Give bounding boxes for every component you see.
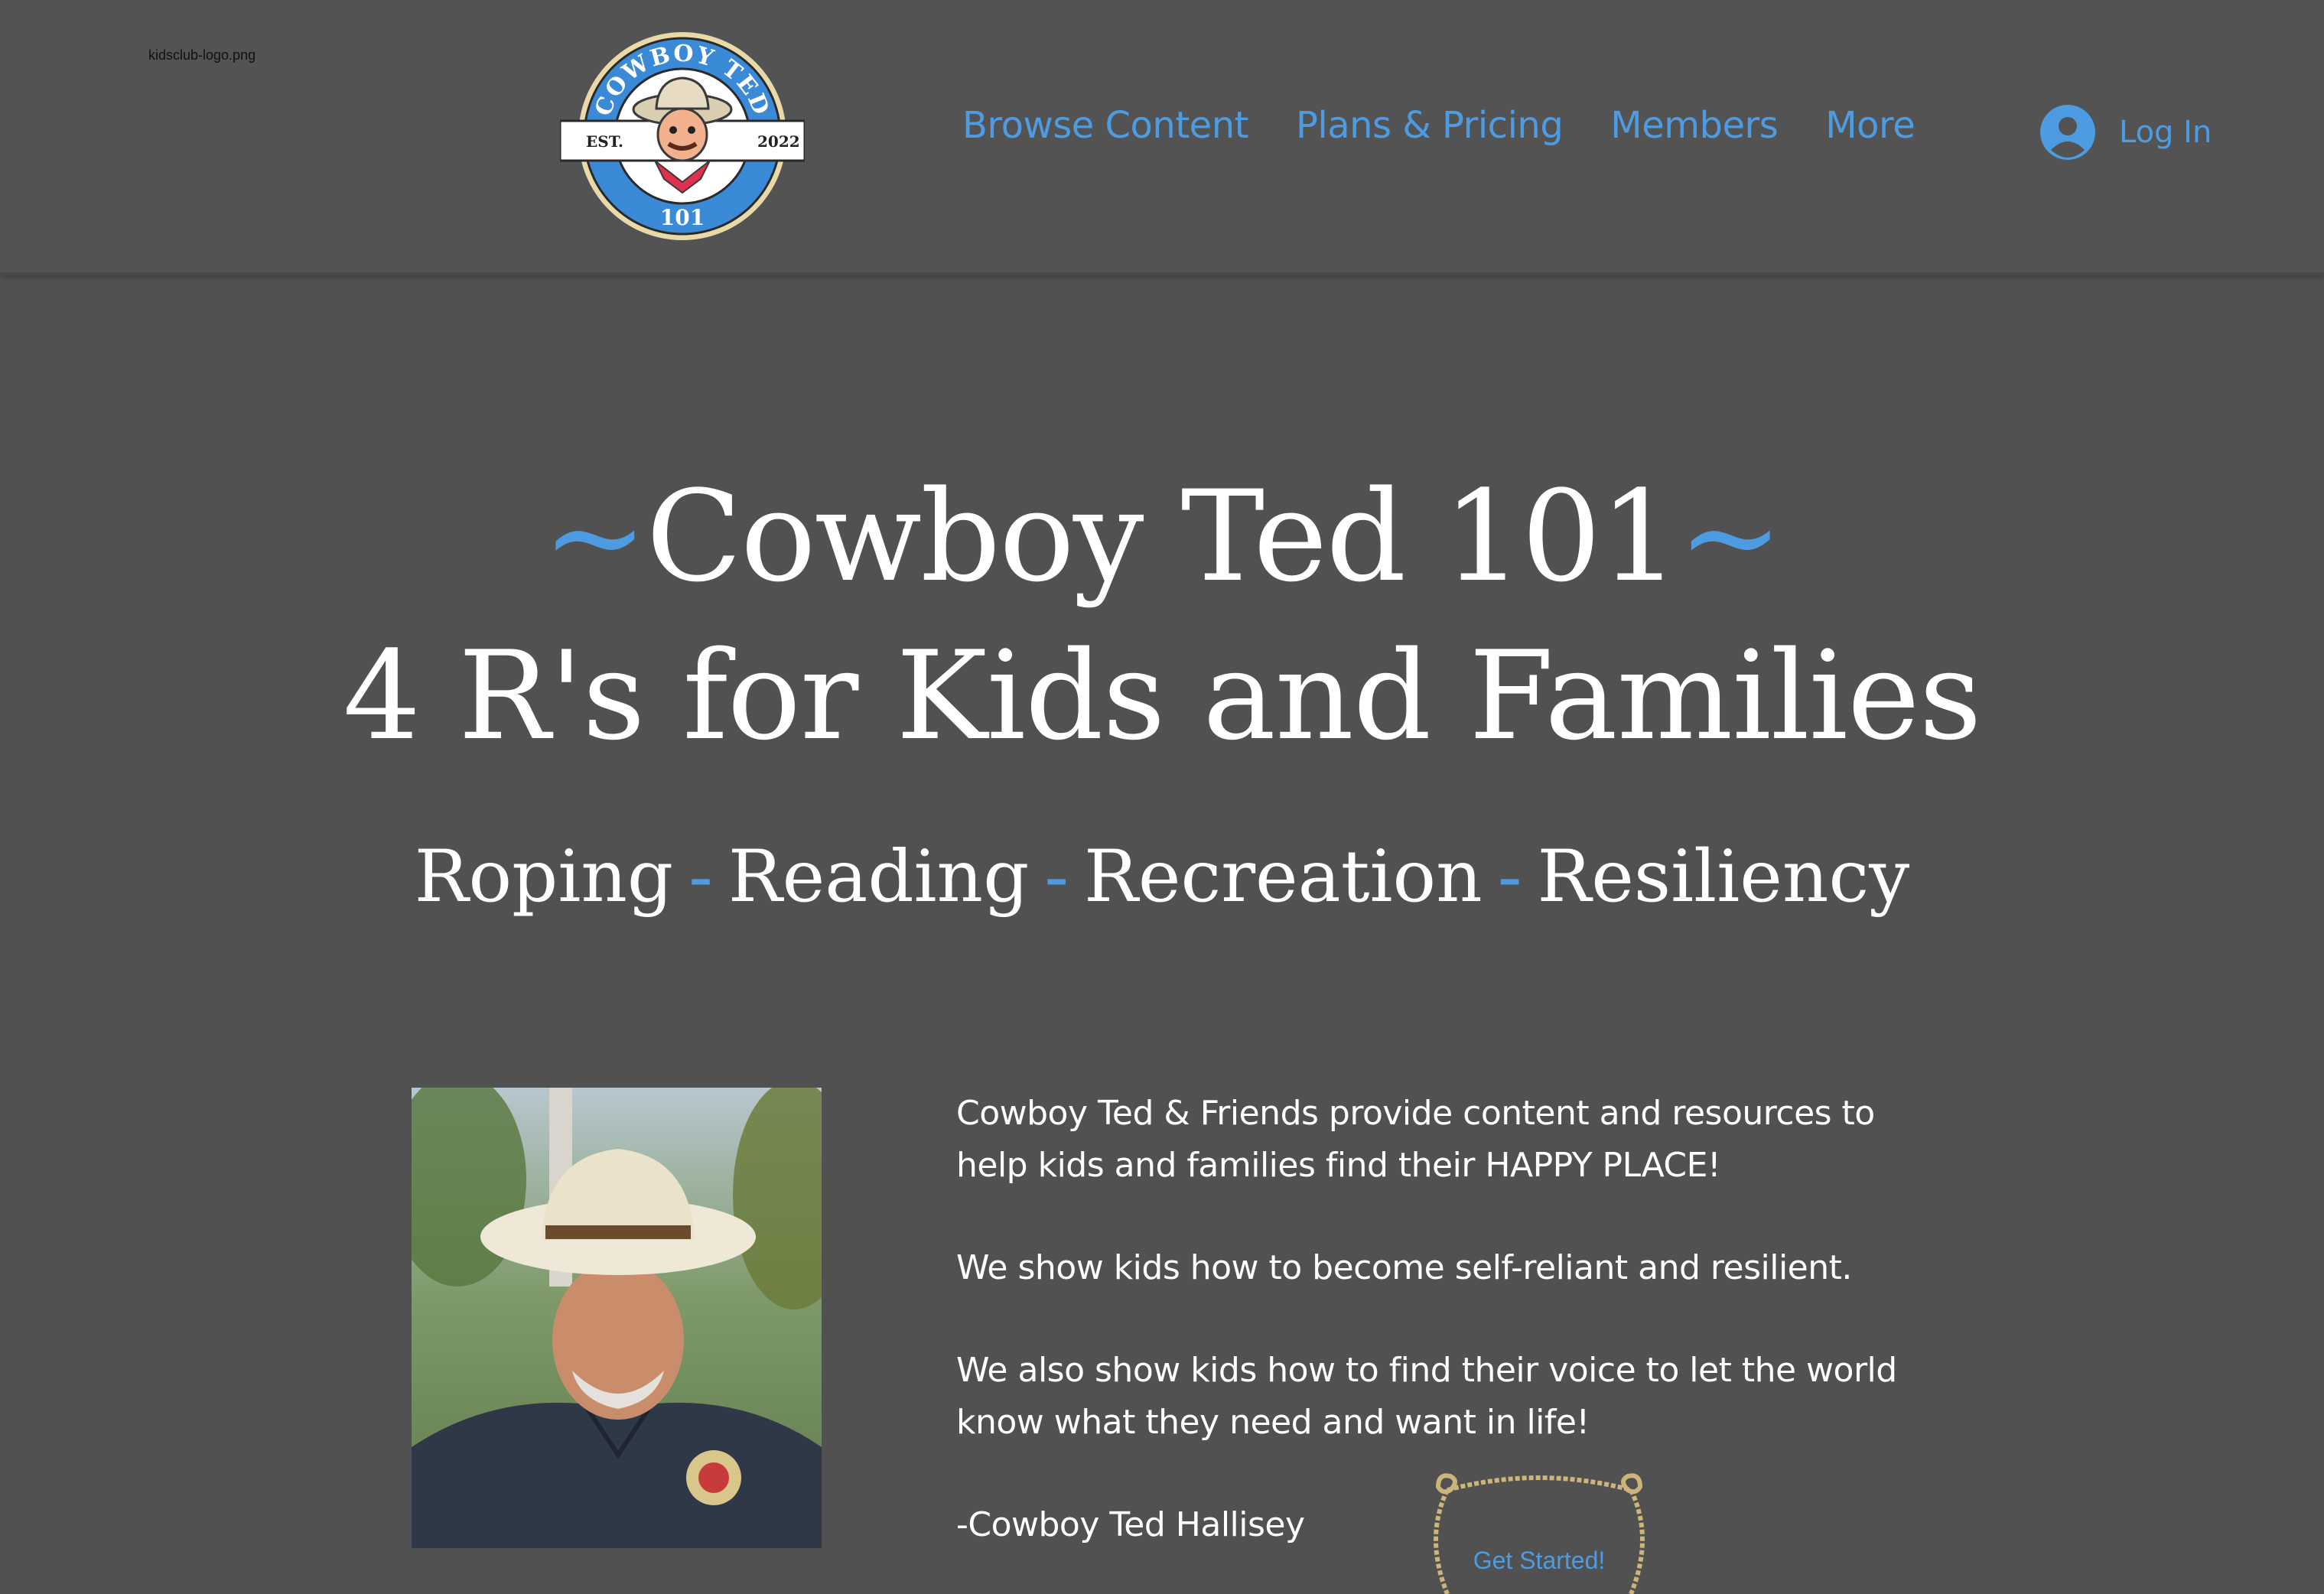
nav-more[interactable]: More bbox=[1825, 107, 1916, 144]
logo-number: 101 bbox=[660, 205, 705, 230]
nav-plans-pricing[interactable]: Plans & Pricing bbox=[1296, 107, 1564, 144]
page: kidsclub-logo.png COWBOY TED EST. 2022 1… bbox=[0, 0, 2324, 1594]
r-separator: - bbox=[1497, 835, 1522, 919]
title-tilde-left: ~ bbox=[542, 464, 647, 610]
about-paragraph: We show kids how to become self-reliant … bbox=[956, 1248, 1852, 1287]
cowboy-ted-logo[interactable]: COWBOY TED EST. 2022 101 bbox=[560, 29, 805, 246]
r-reading: Reading bbox=[727, 835, 1030, 919]
cowboy-ted-photo bbox=[412, 1088, 822, 1548]
nav-browse-content[interactable]: Browse Content bbox=[962, 107, 1248, 144]
four-rs-line: Roping - Reading - Recreation - Resiliency bbox=[0, 841, 2324, 913]
about-paragraph: We also show kids how to find their voic… bbox=[956, 1351, 1897, 1442]
main-nav: Browse Content Plans & Pricing Members M… bbox=[962, 107, 1916, 144]
page-title: ~Cowboy Ted 101~ bbox=[0, 474, 2324, 600]
r-resiliency: Resiliency bbox=[1537, 835, 1910, 919]
r-separator: - bbox=[688, 835, 713, 919]
page-subtitle: 4 R's for Kids and Families bbox=[343, 624, 1981, 767]
get-started-button[interactable]: Get Started! bbox=[1417, 1469, 1662, 1594]
r-roping: Roping bbox=[414, 835, 674, 919]
logo-est: EST. bbox=[586, 132, 623, 151]
get-started-label: Get Started! bbox=[1473, 1547, 1606, 1574]
login-button[interactable]: Log In bbox=[2039, 104, 2212, 161]
about-paragraph: Cowboy Ted & Friends provide content and… bbox=[956, 1094, 1875, 1185]
r-separator: - bbox=[1044, 835, 1069, 919]
logo-year: 2022 bbox=[757, 132, 800, 151]
title-tilde-right: ~ bbox=[1678, 464, 1782, 610]
title-text: Cowboy Ted 101 bbox=[646, 464, 1680, 610]
user-avatar-icon bbox=[2040, 105, 2095, 160]
logo-alt-text: kidsclub-logo.png bbox=[148, 47, 256, 63]
login-label: Log In bbox=[2119, 115, 2212, 150]
r-recreation: Recreation bbox=[1084, 835, 1483, 919]
lasso-rope-icon bbox=[1434, 1473, 1645, 1594]
site-header: kidsclub-logo.png COWBOY TED EST. 2022 1… bbox=[0, 0, 2324, 275]
nav-members[interactable]: Members bbox=[1610, 107, 1778, 144]
